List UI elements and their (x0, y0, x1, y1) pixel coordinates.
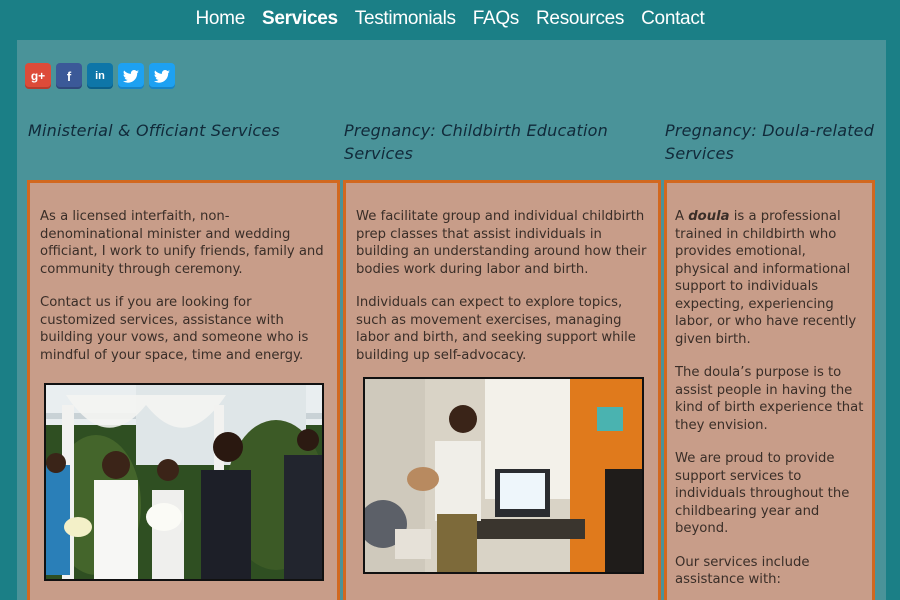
paragraph: As a licensed interfaith, non-denominati… (40, 209, 324, 277)
nav-contact[interactable]: Contact (641, 8, 705, 30)
twitter-icon[interactable] (149, 63, 175, 89)
linkedin-icon[interactable]: in (87, 63, 113, 89)
social-share-bar: g+ f in (25, 63, 175, 89)
paragraph: Contact us if you are looking for custom… (40, 295, 309, 363)
doula-intro: A doula is a professional trained in chi… (675, 209, 857, 347)
nav-home[interactable]: Home (195, 8, 245, 30)
google-plus-icon[interactable]: g+ (25, 63, 51, 89)
ministerial-services-box: As a licensed interfaith, non-denominati… (27, 180, 340, 600)
nav-faqs[interactable]: FAQs (473, 8, 520, 30)
main-nav: Home Services Testimonials FAQs Resource… (0, 0, 900, 38)
nav-testimonials[interactable]: Testimonials (355, 8, 456, 30)
doula-services-box: A doula is a professional trained in chi… (664, 180, 875, 600)
nav-resources[interactable]: Resources (536, 8, 624, 30)
paragraph: The doula’s purpose is to assist people … (675, 365, 864, 433)
column-title-doula: Pregnancy: Doula-related Services (665, 121, 875, 163)
paragraph: Individuals can expect to explore topics… (356, 295, 636, 363)
facebook-icon[interactable]: f (56, 63, 82, 89)
paragraph: We facilitate group and individual child… (356, 209, 647, 277)
childbirth-class-photo (363, 377, 644, 574)
column-title-childbirth-education: Pregnancy: Childbirth Education Services (344, 121, 608, 163)
column-title-ministerial: Ministerial & Officiant Services (28, 121, 280, 140)
wedding-ceremony-photo (44, 383, 324, 581)
twitter-icon[interactable] (118, 63, 144, 89)
paragraph: We are proud to provide support services… (675, 451, 850, 536)
childbirth-education-box: We facilitate group and individual child… (343, 180, 661, 600)
nav-services[interactable]: Services (262, 8, 338, 30)
paragraph: Our services include assistance with: (675, 554, 810, 588)
doula-term: doula (688, 209, 730, 224)
content-panel: g+ f in Ministerial & Officiant Services… (17, 40, 886, 600)
